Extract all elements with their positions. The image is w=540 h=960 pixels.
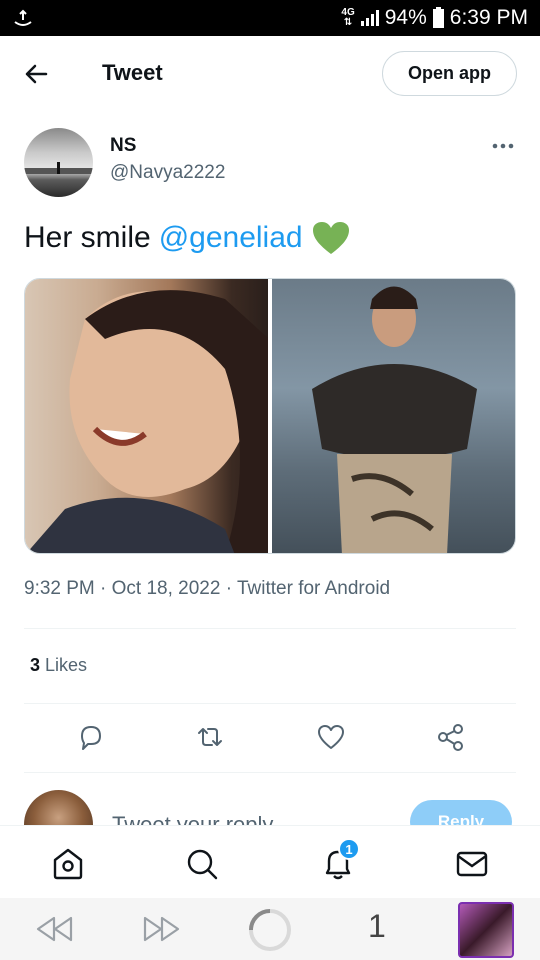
fast-forward-icon[interactable] — [142, 914, 182, 944]
media-image-right[interactable] — [272, 279, 515, 553]
likes-label: Likes — [45, 655, 88, 675]
page-header: Tweet Open app — [0, 36, 540, 110]
notifications-badge: 1 — [338, 838, 360, 860]
battery-icon — [432, 6, 444, 28]
likes-count[interactable]: 3 Likes — [30, 655, 87, 676]
network-type-indicator: 4G ⇅ — [341, 7, 355, 28]
tweet-text-body: Her smile — [24, 221, 151, 254]
battery-percent: 94% — [384, 6, 427, 29]
rewind-back-icon[interactable] — [34, 914, 74, 944]
signal-icon — [360, 10, 379, 26]
green-heart-icon — [312, 222, 349, 254]
page-title: Tweet — [102, 60, 163, 85]
loading-spinner-icon[interactable] — [246, 906, 294, 954]
portrait-illustration — [26, 290, 268, 553]
back-arrow-icon[interactable] — [22, 60, 50, 88]
reply-icon[interactable] — [76, 722, 106, 752]
browser-toolbar: 1 — [0, 898, 540, 960]
usb-debug-icon — [14, 9, 32, 26]
mention-link[interactable]: @geneliad — [159, 221, 303, 255]
media-image-left[interactable] — [25, 279, 268, 553]
clock: 6:39 PM — [449, 6, 528, 29]
author-name[interactable]: NS — [110, 135, 136, 157]
likes-number: 3 — [30, 655, 41, 675]
divider — [24, 628, 516, 629]
author-handle[interactable]: @Navya2222 — [110, 162, 225, 184]
search-icon[interactable] — [184, 846, 220, 882]
tab-count[interactable]: 1 — [368, 908, 386, 945]
tweet-text: Her smile @geneliad — [24, 220, 351, 256]
retweet-icon[interactable] — [195, 722, 225, 752]
divider — [24, 703, 516, 704]
author-avatar[interactable] — [24, 128, 93, 197]
avatar-image — [24, 162, 93, 174]
divider — [24, 772, 516, 773]
open-app-button[interactable]: Open app — [382, 51, 517, 96]
messages-mail-icon[interactable] — [454, 846, 490, 882]
more-options-icon[interactable] — [490, 140, 516, 152]
tweet-timestamp[interactable]: 9:32 PM · Oct 18, 2022 · Twitter for And… — [24, 578, 390, 600]
bottom-nav: 1 — [0, 825, 540, 898]
like-icon[interactable] — [316, 722, 346, 752]
status-bar: 4G ⇅ 94% 6:39 PM — [0, 0, 540, 36]
runway-illustration — [312, 286, 477, 553]
share-icon[interactable] — [436, 722, 466, 752]
tweet-media[interactable] — [24, 278, 516, 554]
profile-thumbnail[interactable] — [458, 902, 514, 958]
home-icon[interactable] — [50, 846, 86, 882]
